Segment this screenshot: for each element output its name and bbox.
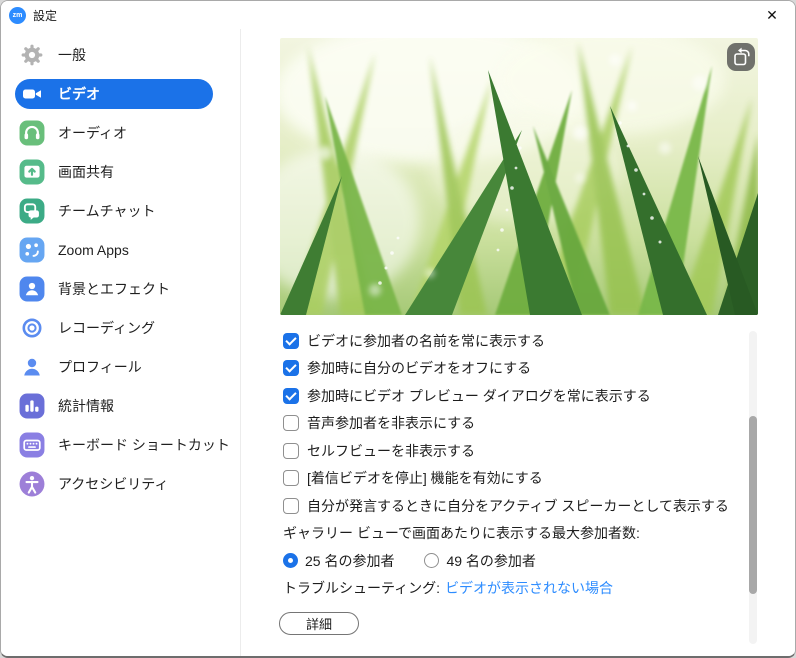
checkbox-hide-self-view[interactable] — [283, 443, 299, 459]
checkbox-hide-non-video-participants[interactable] — [283, 415, 299, 431]
grass-preview-image — [280, 38, 758, 315]
video-settings-panel: ビデオに参加者の名前を常に表示する 参加時に自分のビデオをオフにする 参加時にビ… — [241, 29, 795, 657]
sidebar-item-screen-share[interactable]: 画面共有 — [15, 157, 213, 187]
video-options-list: ビデオに参加者の名前を常に表示する 参加時に自分のビデオをオフにする 参加時にビ… — [283, 327, 763, 602]
sidebar-item-keyboard-shortcuts[interactable]: キーボード ショートカット — [15, 430, 213, 460]
sidebar-item-label: 背景とエフェクト — [58, 279, 170, 299]
sidebar-item-label: Zoom Apps — [58, 242, 129, 258]
checkbox-stop-incoming-video[interactable] — [283, 470, 299, 486]
checkbox-spotlight-when-speaking[interactable] — [283, 498, 299, 514]
scrollbar-track[interactable] — [749, 331, 757, 644]
checkbox-show-video-preview-dialog[interactable] — [283, 388, 299, 404]
keyboard-icon — [19, 432, 45, 458]
sidebar-item-profile[interactable]: プロフィール — [15, 352, 213, 382]
sidebar-item-video[interactable]: ビデオ — [15, 79, 213, 109]
chat-icon — [19, 198, 45, 224]
radio-group-49: 49 名の参加者 — [424, 551, 535, 571]
sidebar-item-general[interactable]: 一般 — [15, 40, 213, 70]
title-bar: zm 設定 ✕ — [1, 1, 795, 29]
sidebar-item-team-chat[interactable]: チームチャット — [15, 196, 213, 226]
checkbox-label: 音声参加者を非表示にする — [307, 413, 475, 433]
checkbox-turn-off-video-on-join[interactable] — [283, 360, 299, 376]
sidebar-item-label: 統計情報 — [58, 396, 114, 416]
sidebar-item-label: キーボード ショートカット — [58, 435, 230, 455]
radio-group-25: 25 名の参加者 — [283, 551, 394, 571]
headphones-icon — [19, 120, 45, 146]
screen-share-icon — [19, 159, 45, 185]
sidebar-item-statistics[interactable]: 統計情報 — [15, 391, 213, 421]
video-camera-icon — [19, 81, 45, 107]
checkbox-show-participant-names[interactable] — [283, 333, 299, 349]
option-row: 自分が発言するときに自分をアクティブ スピーカーとして表示する — [283, 492, 763, 520]
sidebar-item-recording[interactable]: レコーディング — [15, 313, 213, 343]
advanced-button[interactable]: 詳細 — [279, 612, 359, 635]
settings-sidebar: 一般 ビデオ — [1, 29, 241, 657]
radio-49-participants[interactable] — [424, 553, 439, 568]
zoom-logo-icon: zm — [9, 7, 26, 24]
sidebar-item-label: 一般 — [58, 45, 86, 65]
sidebar-item-audio[interactable]: オーディオ — [15, 118, 213, 148]
radio-label: 49 名の参加者 — [446, 551, 535, 571]
video-not-showing-link[interactable]: ビデオが表示されない場合 — [445, 578, 613, 598]
option-row: 参加時に自分のビデオをオフにする — [283, 355, 763, 383]
checkbox-label: セルフビューを非表示する — [307, 441, 475, 461]
recording-icon — [19, 315, 45, 341]
window-title: 設定 — [33, 7, 57, 24]
settings-window: zm 設定 ✕ 一般 — [0, 0, 796, 658]
max-participants-radio-row: 25 名の参加者 49 名の参加者 — [283, 547, 763, 575]
rotate-90-icon — [727, 43, 755, 71]
option-row: [着信ビデオを停止] 機能を有効にする — [283, 465, 763, 493]
gallery-view-label: ギャラリー ビューで画面あたりに表示する最大参加者数: — [283, 523, 640, 543]
camera-preview — [280, 38, 758, 315]
sidebar-item-label: プロフィール — [58, 357, 142, 377]
gallery-view-label-row: ギャラリー ビューで画面あたりに表示する最大参加者数: — [283, 520, 763, 548]
background-effects-icon — [19, 276, 45, 302]
checkbox-label: 自分が発言するときに自分をアクティブ スピーカーとして表示する — [307, 496, 729, 516]
option-row: 参加時にビデオ プレビュー ダイアログを常に表示する — [283, 382, 763, 410]
sidebar-item-background-effects[interactable]: 背景とエフェクト — [15, 274, 213, 304]
profile-icon — [19, 354, 45, 380]
checkbox-label: 参加時にビデオ プレビュー ダイアログを常に表示する — [307, 386, 651, 406]
troubleshooting-label: トラブルシューティング: — [283, 578, 440, 598]
checkbox-label: ビデオに参加者の名前を常に表示する — [307, 331, 545, 351]
scrollbar-thumb[interactable] — [749, 416, 757, 594]
rotate-90-button[interactable] — [727, 43, 755, 71]
accessibility-icon — [19, 471, 45, 497]
option-row: ビデオに参加者の名前を常に表示する — [283, 327, 763, 355]
option-row: セルフビューを非表示する — [283, 437, 763, 465]
statistics-icon — [19, 393, 45, 419]
sidebar-item-label: アクセシビリティ — [58, 474, 168, 494]
troubleshooting-row: トラブルシューティング: ビデオが表示されない場合 — [283, 575, 763, 603]
gear-icon — [19, 42, 45, 68]
sidebar-item-label: オーディオ — [58, 123, 127, 143]
sidebar-item-label: ビデオ — [58, 84, 100, 104]
sidebar-item-label: レコーディング — [58, 318, 155, 338]
apps-icon — [19, 237, 45, 263]
sidebar-item-label: チームチャット — [58, 201, 155, 221]
close-button[interactable]: ✕ — [749, 1, 795, 29]
checkbox-label: 参加時に自分のビデオをオフにする — [307, 358, 531, 378]
sidebar-item-zoom-apps[interactable]: Zoom Apps — [15, 235, 213, 265]
radio-25-participants[interactable] — [283, 553, 298, 568]
sidebar-item-label: 画面共有 — [58, 162, 114, 182]
checkbox-label: [着信ビデオを停止] 機能を有効にする — [307, 468, 543, 488]
option-row: 音声参加者を非表示にする — [283, 410, 763, 438]
radio-label: 25 名の参加者 — [305, 551, 394, 571]
sidebar-item-accessibility[interactable]: アクセシビリティ — [15, 469, 213, 499]
